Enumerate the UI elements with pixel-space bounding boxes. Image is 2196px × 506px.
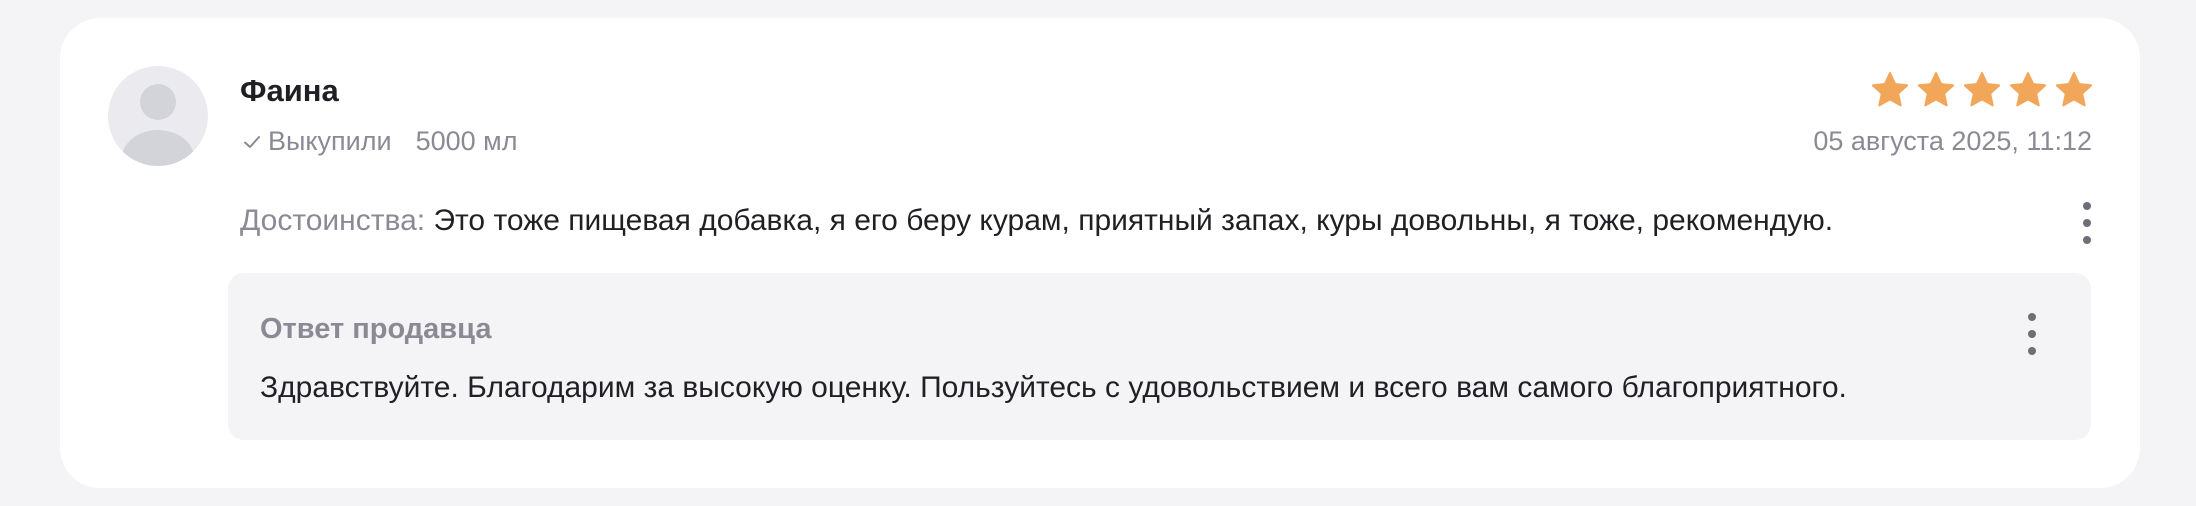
star-icon — [1963, 72, 2001, 107]
purchased-label: Выкупили — [268, 126, 392, 156]
review-author-name: Фаина — [240, 73, 339, 108]
seller-reply-title: Ответ продавца — [260, 313, 492, 345]
review-card: Фаина Выкупили 5000 мл 05 августа 2025, … — [60, 18, 2140, 488]
review-more-options-icon[interactable] — [2081, 202, 2093, 244]
checkmark-icon — [244, 135, 260, 148]
reply-more-options-icon[interactable] — [2026, 313, 2038, 355]
star-icon — [2009, 72, 2047, 107]
star-icon — [2055, 72, 2093, 107]
star-icon — [1871, 72, 1909, 107]
review-date: 05 августа 2025, 11:12 — [1813, 126, 2092, 156]
star-icon — [1917, 72, 1955, 107]
pros-text: Это тоже пищевая добавка, я его беру кур… — [433, 204, 1834, 237]
avatar-body-icon — [122, 130, 194, 166]
avatar-head-icon — [140, 84, 176, 120]
pros-label: Достоинства: — [240, 204, 426, 237]
avatar — [108, 66, 208, 166]
product-volume: 5000 мл — [415, 126, 518, 156]
seller-reply-text: Здравствуйте. Благодарим за высокую оцен… — [260, 371, 1847, 404]
rating-stars — [1870, 70, 2094, 110]
review-pros: Достоинства: Это тоже пищевая добавка, я… — [240, 204, 1833, 238]
seller-reply: Ответ продавца Здравствуйте. Благодарим … — [228, 273, 2091, 440]
review-meta: Выкупили 5000 мл — [242, 126, 517, 157]
